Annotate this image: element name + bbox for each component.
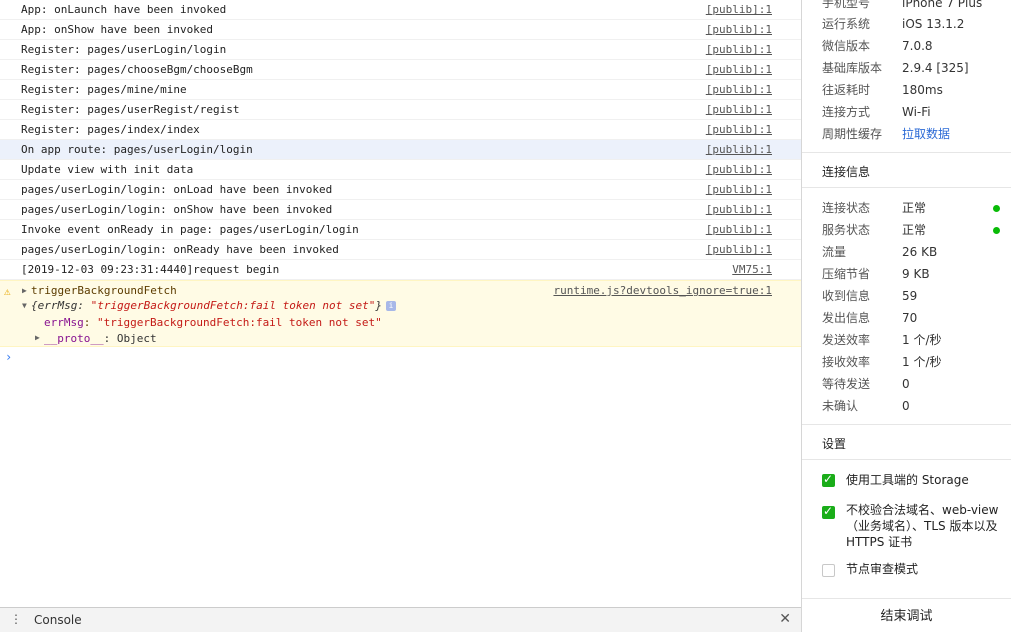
log-row: pages/userLogin/login: onLoad have been … <box>0 180 801 200</box>
connection-info-row: 流量 26 KB <box>822 245 938 259</box>
log-message: Update view with init data <box>21 163 194 176</box>
console-panel: App: onLaunch have been invoked [publib]:… <box>0 0 801 607</box>
log-source-link[interactable]: [publib]:1 <box>706 60 772 80</box>
close-icon[interactable]: ✕ <box>779 611 791 627</box>
section-divider <box>802 187 1011 188</box>
drawer-tabbar: ⋮ Console ✕ <box>0 607 801 632</box>
settings-heading: 设置 <box>822 437 847 451</box>
device-info-row: 往返耗时 180ms <box>822 83 943 97</box>
section-divider <box>802 459 1011 460</box>
log-message: pages/userLogin/login: onShow have been … <box>21 203 333 216</box>
info-icon: i <box>386 301 397 311</box>
log-source-link[interactable]: [publib]:1 <box>706 160 772 180</box>
log-source-link[interactable]: [publib]:1 <box>706 220 772 240</box>
expand-triangle-icon[interactable]: ▶ <box>22 286 27 295</box>
log-message: pages/userLogin/login: onReady have been… <box>21 243 339 256</box>
log-source-link[interactable]: [publib]:1 <box>706 180 772 200</box>
setting-use-storage[interactable]: 使用工具端的 Storage <box>822 472 1007 492</box>
checkbox-checked[interactable] <box>822 472 835 487</box>
section-divider <box>802 424 1011 425</box>
status-dot-icon <box>993 227 1000 234</box>
log-row: Update view with init data [publib]:1 <box>0 160 801 180</box>
expand-triangle-icon[interactable]: ▶ <box>35 333 40 342</box>
log-row: Invoke event onReady in page: pages/user… <box>0 220 801 240</box>
connection-status-row: 连接状态 正常 <box>822 197 1011 219</box>
setting-skip-domain-check[interactable]: 不校验合法域名、web-view（业务域名）、TLS 版本以及 HTTPS 证书 <box>822 502 1007 552</box>
log-source-link[interactable]: VM75:1 <box>732 260 772 280</box>
log-row: pages/userLogin/login: onShow have been … <box>0 200 801 220</box>
log-source-link[interactable]: [publib]:1 <box>706 40 772 60</box>
console-prompt-icon[interactable]: › <box>5 350 12 364</box>
log-source-link[interactable]: [publib]:1 <box>706 240 772 260</box>
checkbox-checked[interactable] <box>822 504 835 519</box>
log-message: Register: pages/userLogin/login <box>21 43 227 56</box>
device-info-row: 微信版本 7.0.8 <box>822 39 933 53</box>
setting-label: 不校验合法域名、web-view（业务域名）、TLS 版本以及 HTTPS 证书 <box>846 503 999 549</box>
log-message: Register: pages/userRegist/regist <box>21 103 240 116</box>
connection-info-row: 发送效率 1 个/秒 <box>822 333 942 347</box>
warning-object-preview[interactable]: {errMsg: "triggerBackgroundFetch:fail to… <box>31 299 397 312</box>
log-row: [2019-12-03 09:23:31:4440]request begin V… <box>0 260 801 280</box>
setting-node-inspect[interactable]: 节点审查模式 <box>822 561 1007 581</box>
log-source-link[interactable]: [publib]:1 <box>706 140 772 160</box>
device-info-row: 周期性缓存 拉取数据 <box>822 123 1011 145</box>
log-source-link[interactable]: [publib]:1 <box>706 80 772 100</box>
object-property: errMsg: "triggerBackgroundFetch:fail tok… <box>44 316 382 329</box>
log-source-link[interactable]: [publib]:1 <box>706 20 772 40</box>
warning-source-link[interactable]: runtime.js?devtools_ignore=true:1 <box>553 284 772 297</box>
checkbox-unchecked[interactable] <box>822 564 835 577</box>
connection-info-row: 压缩节省 9 KB <box>822 267 930 281</box>
log-message: App: onLaunch have been invoked <box>21 3 227 16</box>
log-row: Register: pages/chooseBgm/chooseBgm [publ… <box>0 60 801 80</box>
log-source-link[interactable]: [publib]:1 <box>706 120 772 140</box>
fetch-data-link[interactable]: 拉取数据 <box>902 123 950 145</box>
warning-title: triggerBackgroundFetch <box>31 284 177 297</box>
device-info-row: 手机型号 iPhone 7 Plus <box>822 0 983 10</box>
connection-info-row: 等待发送 0 <box>822 377 910 391</box>
log-row: Register: pages/userRegist/regist [publib… <box>0 100 801 120</box>
collapse-triangle-icon[interactable]: ▼ <box>22 301 27 310</box>
connection-info-row: 收到信息 59 <box>822 289 918 303</box>
setting-label: 使用工具端的 Storage <box>846 473 969 487</box>
log-message: On app route: pages/userLogin/login <box>21 143 253 156</box>
status-dot-icon <box>993 205 1000 212</box>
section-divider <box>802 152 1011 153</box>
warning-icon: ⚠ <box>4 285 11 298</box>
log-row: Register: pages/mine/mine [publib]:1 <box>0 80 801 100</box>
log-source-link[interactable]: [publib]:1 <box>706 100 772 120</box>
setting-label: 节点审查模式 <box>846 562 919 576</box>
device-info-row: 运行系统 iOS 13.1.2 <box>822 17 965 31</box>
connection-info-heading: 连接信息 <box>822 165 871 179</box>
log-row-highlighted: On app route: pages/userLogin/login [publ… <box>0 140 801 160</box>
tab-console[interactable]: Console <box>34 613 82 627</box>
remote-debug-panel: 手机型号 iPhone 7 Plus 运行系统 iOS 13.1.2 微信版本 7.0… <box>802 0 1011 632</box>
connection-info-row: 接收效率 1 个/秒 <box>822 355 942 369</box>
device-info-row: 连接方式 Wi-Fi <box>822 105 931 119</box>
connection-info-row: 发出信息 70 <box>822 311 918 325</box>
more-menu-icon[interactable]: ⋮ <box>10 612 22 626</box>
log-row: Register: pages/userLogin/login [publib]:… <box>0 40 801 60</box>
log-source-link[interactable]: [publib]:1 <box>706 0 772 20</box>
log-row: Register: pages/index/index [publib]:1 <box>0 120 801 140</box>
log-row: App: onLaunch have been invoked [publib]:… <box>0 0 801 20</box>
log-message: Register: pages/chooseBgm/chooseBgm <box>21 63 253 76</box>
log-row: App: onShow have been invoked [publib]:1 <box>0 20 801 40</box>
connection-info-row: 未确认 0 <box>822 399 910 413</box>
log-source-link[interactable]: [publib]:1 <box>706 200 772 220</box>
log-message: Invoke event onReady in page: pages/user… <box>21 223 359 236</box>
log-message: pages/userLogin/login: onLoad have been … <box>21 183 333 196</box>
service-status-row: 服务状态 正常 <box>822 219 1011 241</box>
console-log-list: App: onLaunch have been invoked [publib]:… <box>0 0 801 280</box>
log-message: [2019-12-03 09:23:31:4440]request begin <box>21 263 280 276</box>
object-proto[interactable]: __proto__: Object <box>44 332 157 345</box>
log-row: pages/userLogin/login: onReady have been… <box>0 240 801 260</box>
log-message: Register: pages/index/index <box>21 123 200 136</box>
device-info-row: 基础库版本 2.9.4 [325] <box>822 61 969 75</box>
warning-message: ⚠ ▶ triggerBackgroundFetch runtime.js?de… <box>0 280 801 347</box>
log-message: App: onShow have been invoked <box>21 23 214 36</box>
end-debug-button[interactable]: 结束调试 <box>802 598 1011 632</box>
log-message: Register: pages/mine/mine <box>21 83 187 96</box>
